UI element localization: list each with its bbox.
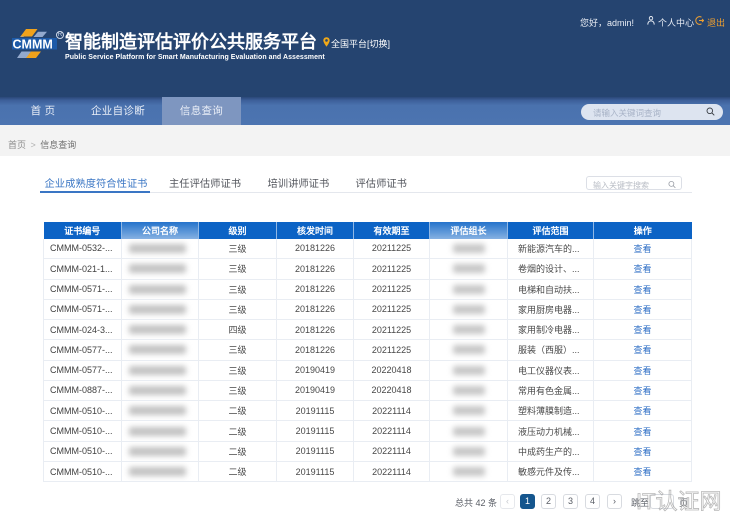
svg-text:CMMM: CMMM [13,38,53,52]
